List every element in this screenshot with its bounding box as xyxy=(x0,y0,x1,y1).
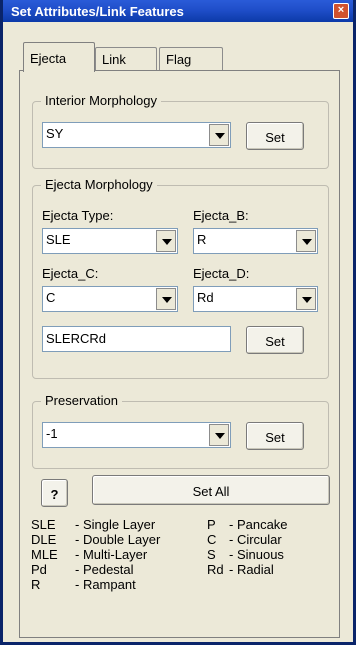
ejecta-c-label: Ejecta_C: xyxy=(42,266,99,281)
tab-ejecta[interactable]: Ejecta xyxy=(23,42,95,72)
preservation-select[interactable]: -1 xyxy=(42,422,231,448)
code-mle-desc: - Multi-Layer xyxy=(75,547,148,562)
code-pd: Pd xyxy=(31,562,47,577)
dialog-window: Set Attributes/Link Features × Ejecta Li… xyxy=(0,0,356,645)
tab-link-label: Link xyxy=(102,52,126,67)
code-r: R xyxy=(31,577,41,592)
ejecta-type-select[interactable]: SLE xyxy=(42,228,178,254)
ejecta-morphology-legend: Ejecta Morphology xyxy=(41,177,157,192)
preservation-set-button[interactable]: Set xyxy=(246,422,304,450)
interior-morphology-legend: Interior Morphology xyxy=(41,93,161,108)
chevron-down-icon[interactable] xyxy=(156,288,176,310)
interior-morphology-value: SY xyxy=(46,126,64,141)
tab-flag-label: Flag xyxy=(166,52,192,67)
preservation-value: -1 xyxy=(46,426,58,441)
code-r-desc: - Rampant xyxy=(75,577,136,592)
ejecta-b-select[interactable]: R xyxy=(193,228,318,254)
code-c: C xyxy=(207,532,217,547)
interior-morphology-select[interactable]: SY xyxy=(42,122,231,148)
code-p-desc: - Pancake xyxy=(229,517,288,532)
ejecta-combined-value: SLERCRd xyxy=(46,331,106,346)
ejecta-morphology-group: Ejecta Morphology Ejecta Type: SLE Eject… xyxy=(32,177,329,379)
ejecta-d-select[interactable]: Rd xyxy=(193,286,318,312)
ejecta-b-label: Ejecta_B: xyxy=(193,208,249,223)
tab-flag[interactable]: Flag xyxy=(159,47,223,71)
chevron-down-icon[interactable] xyxy=(209,424,229,446)
close-icon[interactable]: × xyxy=(333,3,349,19)
ejecta-tab-panel: Interior Morphology SY Set Ejecta Morpho… xyxy=(19,70,340,638)
tab-ejecta-label: Ejecta xyxy=(30,51,67,66)
preservation-group: Preservation -1 Set xyxy=(32,393,329,469)
code-sle: SLE xyxy=(31,517,56,532)
ejecta-b-value: R xyxy=(197,232,207,247)
ejecta-type-value: SLE xyxy=(46,232,71,247)
chevron-down-icon[interactable] xyxy=(296,288,316,310)
code-s: S xyxy=(207,547,216,562)
ejecta-d-label: Ejecta_D: xyxy=(193,266,250,281)
code-legend: SLE - Single Layer P - Pancake DLE - Dou… xyxy=(31,517,331,617)
chevron-down-icon[interactable] xyxy=(156,230,176,252)
ejecta-combined-field[interactable]: SLERCRd xyxy=(42,326,231,352)
chevron-down-icon[interactable] xyxy=(296,230,316,252)
code-rd-desc: - Radial xyxy=(229,562,274,577)
code-sle-desc: - Single Layer xyxy=(75,517,156,532)
code-rd: Rd xyxy=(207,562,224,577)
tab-link[interactable]: Link xyxy=(95,47,157,71)
code-c-desc: - Circular xyxy=(229,532,282,547)
code-s-desc: - Sinuous xyxy=(229,547,284,562)
preservation-legend: Preservation xyxy=(41,393,122,408)
code-p: P xyxy=(207,517,216,532)
interior-morphology-group: Interior Morphology SY Set xyxy=(32,93,329,169)
title-bar[interactable]: Set Attributes/Link Features × xyxy=(3,0,353,22)
ejecta-d-value: Rd xyxy=(197,290,214,305)
ejecta-type-label: Ejecta Type: xyxy=(42,208,114,223)
ejecta-c-select[interactable]: C xyxy=(42,286,178,312)
ejecta-c-value: C xyxy=(46,290,56,305)
interior-set-button[interactable]: Set xyxy=(246,122,304,150)
set-all-button[interactable]: Set All xyxy=(92,475,330,505)
code-dle-desc: - Double Layer xyxy=(75,532,161,547)
help-button[interactable]: ? xyxy=(41,479,68,507)
code-pd-desc: - Pedestal xyxy=(75,562,134,577)
chevron-down-icon[interactable] xyxy=(209,124,229,146)
code-mle: MLE xyxy=(31,547,58,562)
code-dle: DLE xyxy=(31,532,57,547)
window-title: Set Attributes/Link Features xyxy=(11,4,184,19)
ejecta-set-button[interactable]: Set xyxy=(246,326,304,354)
